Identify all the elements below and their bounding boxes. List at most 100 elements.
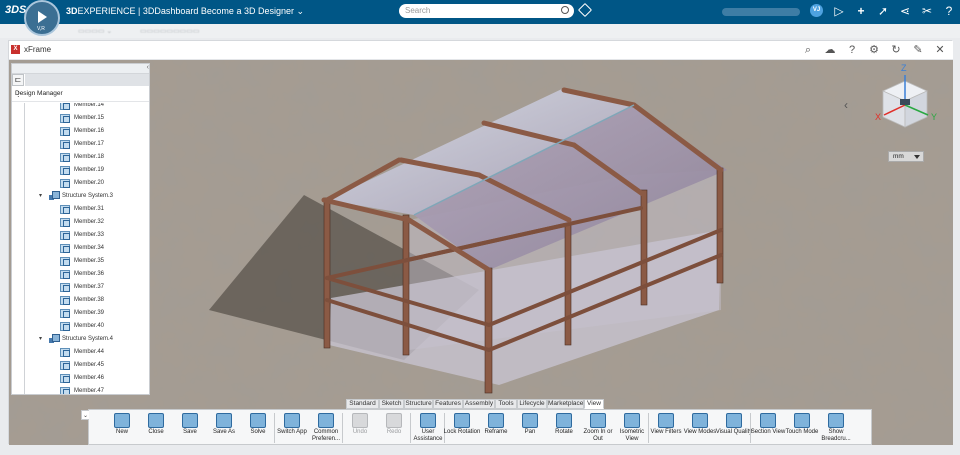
play-icon[interactable]: ▷ <box>832 3 846 19</box>
action-label: Reframe <box>484 429 508 435</box>
search-input[interactable]: Search <box>399 4 574 18</box>
section-view-button[interactable]: Section View <box>751 411 785 445</box>
save-button[interactable]: Save <box>173 411 207 445</box>
save-as-icon <box>216 413 232 428</box>
visual-quality-icon <box>726 413 742 428</box>
tab-features[interactable]: Features <box>433 399 463 409</box>
close-icon[interactable]: ✕ <box>933 43 947 57</box>
tree-tab-strip: ‹ <box>12 64 149 74</box>
close-button[interactable]: Close <box>139 411 173 445</box>
tree-item-label: Member.46 <box>74 375 105 381</box>
lock-rotation-button[interactable]: Lock Rotation <box>443 411 481 445</box>
action-label: Solve <box>250 429 266 435</box>
tree-item-label: Member.19 <box>74 167 105 173</box>
action-label: View Filters <box>650 429 682 435</box>
dashboard-switcher[interactable]: Become a 3D Designer ⌄ <box>201 6 304 16</box>
chevron-left-icon[interactable]: ‹ <box>844 97 856 113</box>
zoom-in-or-out-button[interactable]: Zoom In or Out <box>581 411 615 445</box>
app-panel: X xFrame ⌕ ☁ ? ⚙ ↻ ✎ ✕ ‹ ⊏ Design Manage… <box>8 40 953 445</box>
blurred-tab: ▭▭▭▭ ⌄ <box>78 28 113 35</box>
tab-lifecycle[interactable]: Lifecycle <box>517 399 547 409</box>
tools-icon[interactable]: ✂ <box>920 3 934 19</box>
app-title-bar: X xFrame ⌕ ☁ ? ⚙ ↻ ✎ ✕ <box>9 41 953 60</box>
help-icon <box>420 413 436 428</box>
avatar[interactable]: VJ <box>810 4 823 17</box>
view-cube-icon[interactable] <box>870 69 940 139</box>
action-label: Lock Rotation <box>443 429 481 435</box>
tree-item-label: Structure System.4 <box>62 336 114 342</box>
tab-sketch[interactable]: Sketch <box>379 399 404 409</box>
help-icon[interactable]: ? <box>845 43 859 57</box>
pan-icon <box>522 413 538 428</box>
member-icon <box>60 322 70 331</box>
app-title: xFrame <box>24 45 52 54</box>
add-icon[interactable]: + <box>854 3 868 19</box>
pin-icon[interactable]: ✎ <box>911 43 925 57</box>
member-icon <box>60 387 70 394</box>
tree-item-label: Member.17 <box>74 141 105 147</box>
tree-item-label: Member.33 <box>74 232 105 238</box>
zoom-icon <box>590 413 606 428</box>
close-doc-icon <box>148 413 164 428</box>
search-icon[interactable] <box>561 6 569 14</box>
help-icon[interactable]: ? <box>942 3 956 19</box>
redo-icon <box>386 413 402 428</box>
tab-marketplace[interactable]: Marketplace <box>547 399 584 409</box>
show-breadcru-button[interactable]: Show Breadcru... <box>819 411 853 445</box>
user-name[interactable] <box>722 8 800 16</box>
member-icon <box>60 103 70 110</box>
view-filters-icon <box>658 413 674 428</box>
tab-tools[interactable]: Tools <box>495 399 517 409</box>
tab-view[interactable]: View <box>584 399 604 409</box>
reframe-button[interactable]: Reframe <box>479 411 513 445</box>
member-icon <box>60 114 70 123</box>
member-icon <box>60 309 70 318</box>
refresh-icon[interactable]: ↻ <box>889 43 903 57</box>
tab-assembly[interactable]: Assembly <box>463 399 495 409</box>
search-icon[interactable]: ⌕ <box>801 43 815 57</box>
view-cube[interactable]: Z X Y <box>870 63 940 139</box>
tag-icon[interactable] <box>577 2 593 18</box>
3d-viewport[interactable]: ‹ ⊏ Design Manager ⋮ Member.14 Member.15 M… <box>9 60 953 445</box>
share-icon[interactable]: ➚ <box>876 3 890 19</box>
save-as-button[interactable]: Save As <box>207 411 241 445</box>
network-icon[interactable]: ⋖ <box>898 3 912 19</box>
rotate-button[interactable]: Rotate <box>547 411 581 445</box>
units-dropdown[interactable]: mm <box>888 151 924 162</box>
user-assistance-button[interactable]: User Assistance <box>411 411 445 445</box>
view-modes-button[interactable]: View Modes <box>683 411 717 445</box>
visual-quality-button[interactable]: Visual Quality <box>716 411 752 445</box>
tab-standard[interactable]: Standard <box>346 399 379 409</box>
tab-structure[interactable]: Structure <box>404 399 433 409</box>
tree-item-label: Member.15 <box>74 115 105 121</box>
member-icon <box>60 140 70 149</box>
pan-button[interactable]: Pan <box>513 411 547 445</box>
member-icon <box>60 361 70 370</box>
new-button[interactable]: New <box>105 411 139 445</box>
chevron-down-icon[interactable]: ⌄ <box>81 410 89 420</box>
solve-button[interactable]: Solve <box>241 411 275 445</box>
tree-tab[interactable]: ⊏ <box>12 74 24 86</box>
expand-icon[interactable]: ▾ <box>39 335 42 342</box>
collapse-icon[interactable]: ‹ <box>147 64 149 71</box>
more-icon[interactable]: ⋮ <box>15 90 148 98</box>
view-filters-button[interactable]: View Filters <box>649 411 683 445</box>
3d-scene[interactable] <box>9 60 953 445</box>
switch-app-button[interactable]: Switch App <box>275 411 309 445</box>
gear-icon[interactable]: ⚙ <box>867 43 881 57</box>
sub-bar: ▭▭▭▭ ⌄ ▭▭▭▭▭▭▭▭▭ <box>0 24 960 38</box>
member-icon <box>60 205 70 214</box>
compass-play-icon[interactable] <box>38 11 47 23</box>
tree-item-label: Member.14 <box>74 103 105 108</box>
cloud-icon[interactable]: ☁ <box>823 43 837 57</box>
expand-icon[interactable]: ▾ <box>39 192 42 199</box>
action-label: Undo <box>352 429 368 435</box>
reframe-icon <box>488 413 504 428</box>
tree-list[interactable]: Member.14 Member.15 Member.16 Member.17 Memb… <box>12 103 149 394</box>
compass[interactable]: V,R <box>24 0 60 36</box>
common-preferen-button[interactable]: Common Preferen... <box>309 411 343 445</box>
touch-mode-button[interactable]: Touch Mode <box>785 411 819 445</box>
isometric-view-button[interactable]: Isometric View <box>615 411 649 445</box>
blurred-tab: ▭▭▭▭▭▭▭▭▭ <box>140 28 200 35</box>
axis-y-label: Y <box>931 112 938 122</box>
